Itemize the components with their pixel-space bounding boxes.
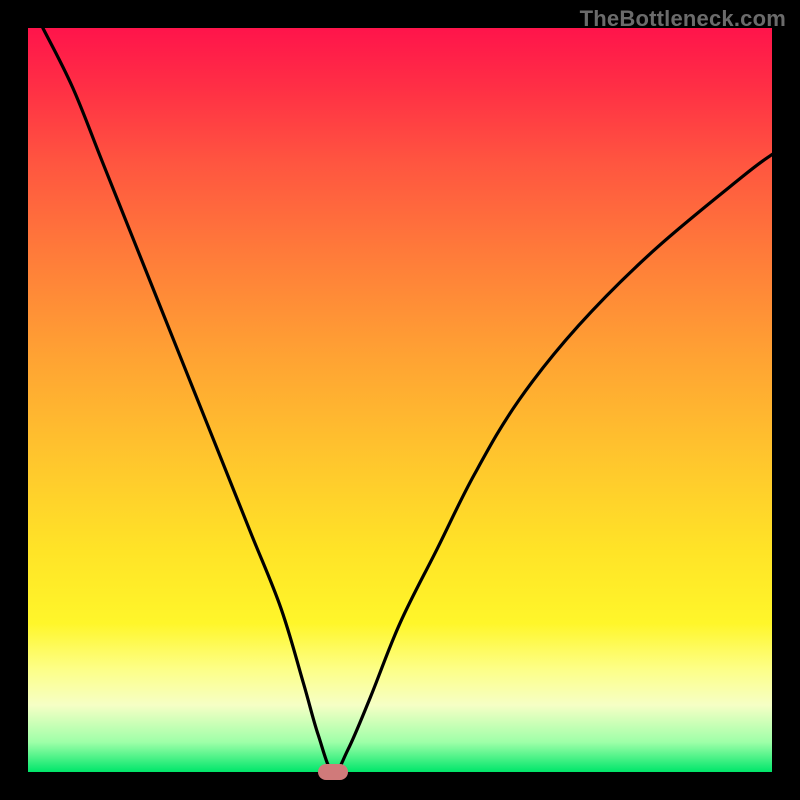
watermark-text: TheBottleneck.com: [580, 6, 786, 32]
bottleneck-curve: [28, 28, 772, 772]
minimum-marker: [318, 764, 348, 780]
chart-frame: TheBottleneck.com: [0, 0, 800, 800]
plot-area: [28, 28, 772, 772]
